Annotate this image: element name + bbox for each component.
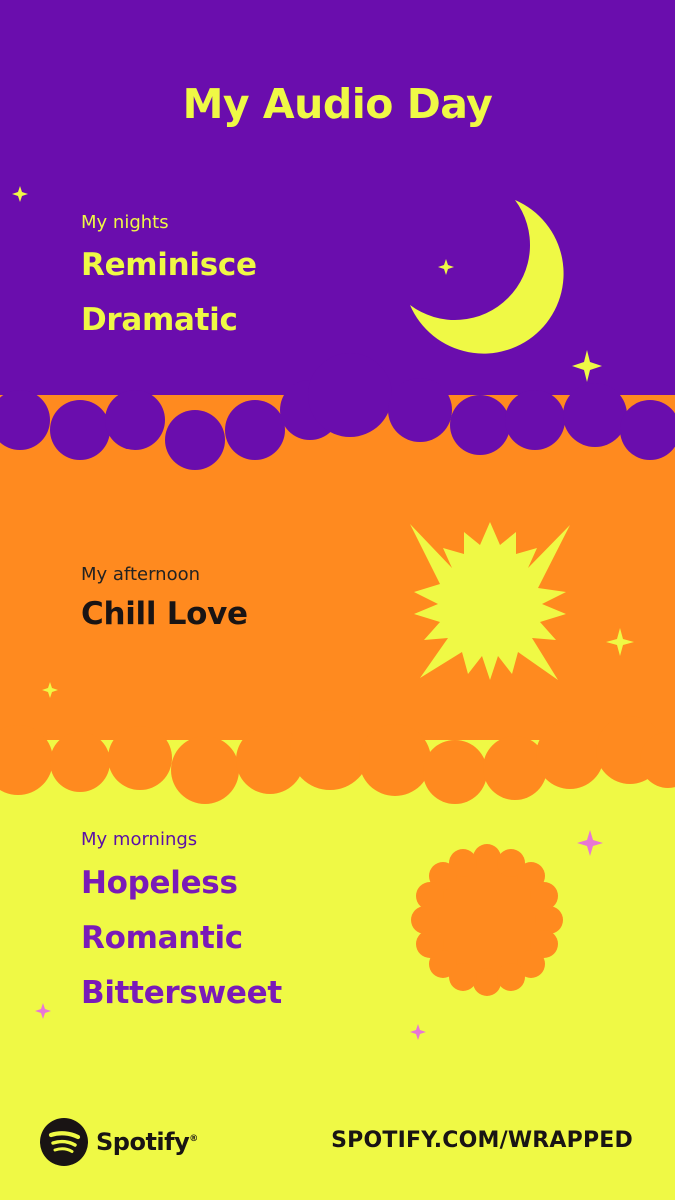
mood-item: Dramatic [81,302,238,338]
mood-item: Romantic [81,920,243,956]
afternoon-mood-list: Chill Love [81,587,248,642]
audio-day-card: My Audio Day My nights Reminisce Dramati… [0,0,675,1200]
spotify-logo: Spotify® [40,1118,198,1166]
page-title: My Audio Day [182,80,493,128]
mood-item: Hopeless [81,865,238,901]
afternoon-label: My afternoon [81,564,201,585]
mornings-label: My mornings [81,829,198,850]
mornings-mood-list: Hopeless Romantic Bittersweet [81,856,282,1021]
nights-label: My nights [81,212,169,233]
mood-item: Bittersweet [81,975,282,1011]
mood-item: Chill Love [81,596,248,632]
nights-mood-list: Reminisce Dramatic [81,238,257,348]
spotify-wordmark: Spotify® [96,1128,198,1156]
mood-item: Reminisce [81,247,257,283]
wrapped-url[interactable]: SPOTIFY.COM/WRAPPED [331,1128,633,1153]
spotify-logo-icon [40,1118,88,1166]
morning-sun-icon [411,844,563,996]
